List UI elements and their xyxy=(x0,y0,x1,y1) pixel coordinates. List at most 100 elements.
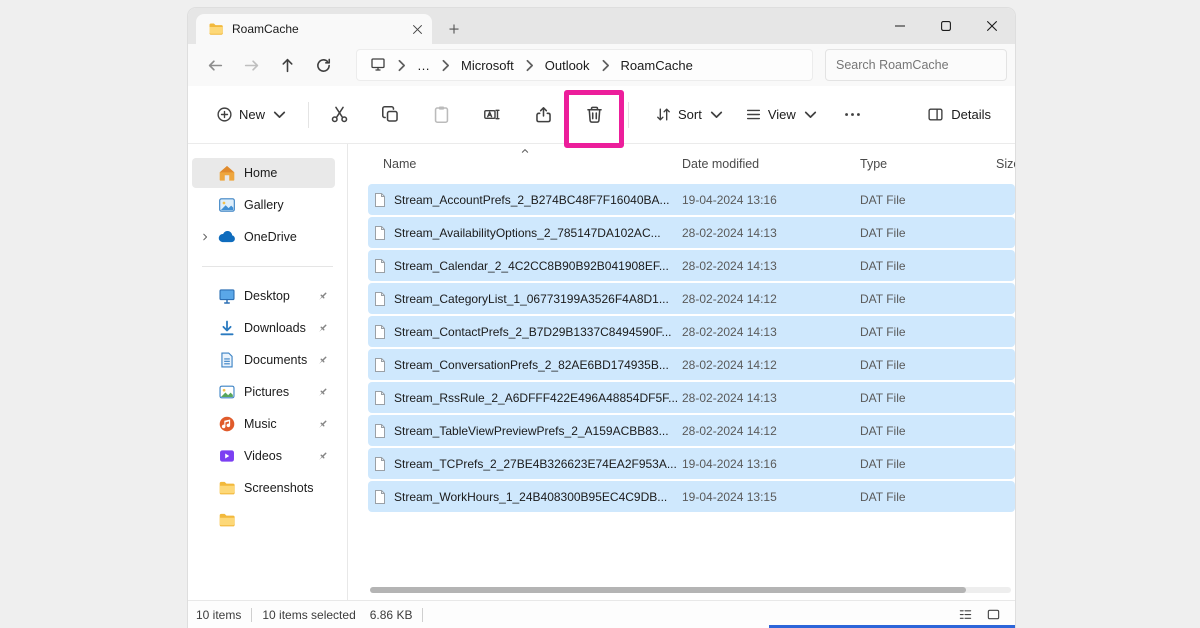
cut-button[interactable] xyxy=(319,95,359,135)
sidebar-item-label: Desktop xyxy=(244,289,290,303)
sidebar-item-documents[interactable]: Documents xyxy=(192,345,335,375)
file-name: Stream_AccountPrefs_2_B274BC48F7F16040BA… xyxy=(394,193,670,207)
sort-button[interactable]: Sort xyxy=(645,95,735,135)
file-row[interactable]: Stream_TCPrefs_2_27BE4B326623E74EA2F953A… xyxy=(368,448,1015,479)
new-tab-button[interactable] xyxy=(448,23,460,35)
sidebar-item-videos[interactable]: Videos xyxy=(192,441,335,471)
column-header-label: Date modified xyxy=(682,157,759,171)
file-row[interactable]: Stream_AvailabilityOptions_2_785147DA102… xyxy=(368,217,1015,248)
sidebar-item-downloads[interactable]: Downloads xyxy=(192,313,335,343)
column-header-date-modified[interactable]: Date modified xyxy=(682,157,860,171)
up-button[interactable] xyxy=(270,48,304,82)
monitor-icon xyxy=(370,56,386,72)
close-button[interactable] xyxy=(969,8,1015,44)
file-icon xyxy=(372,390,388,406)
pin-icon xyxy=(316,450,329,463)
sidebar-item-music[interactable]: Music xyxy=(192,409,335,439)
breadcrumb-item-microsoft[interactable]: Microsoft xyxy=(454,54,521,77)
expand-chevron-icon[interactable] xyxy=(196,231,214,243)
breadcrumb-chevron-icon xyxy=(521,57,538,74)
file-row[interactable]: Stream_ContactPrefs_2_B7D29B1337C8494590… xyxy=(368,316,1015,347)
breadcrumb-chevron-icon xyxy=(393,57,410,74)
sidebar-item-folder[interactable] xyxy=(192,505,335,535)
back-button[interactable] xyxy=(198,48,232,82)
rename-button[interactable] xyxy=(472,95,512,135)
file-icon xyxy=(372,291,388,307)
file-row[interactable]: Stream_AccountPrefs_2_B274BC48F7F16040BA… xyxy=(368,184,1015,215)
address-bar[interactable]: … Microsoft Outlook RoamCache xyxy=(356,49,813,81)
main-area: HomeGalleryOneDrive Desktop DownloadsDocum… xyxy=(188,144,1015,600)
file-type-cell: DAT File xyxy=(860,391,996,405)
file-row[interactable]: Stream_TableViewPreviewPrefs_2_A159ACBB8… xyxy=(368,415,1015,446)
sidebar-item-home[interactable]: Home xyxy=(192,158,335,188)
file-type-cell: DAT File xyxy=(860,292,996,306)
refresh-button[interactable] xyxy=(306,48,340,82)
column-header-label: Type xyxy=(860,157,887,171)
expander-spacer xyxy=(196,354,214,366)
file-row[interactable]: Stream_ConversationPrefs_2_82AE6BD174935… xyxy=(368,349,1015,380)
sidebar-item-gallery[interactable]: Gallery xyxy=(192,190,335,220)
forward-button[interactable] xyxy=(234,48,268,82)
horizontal-scrollbar-thumb[interactable] xyxy=(370,587,966,593)
details-button[interactable]: Details xyxy=(923,95,995,135)
explorer-tab[interactable]: RoamCache xyxy=(196,14,432,44)
sidebar-item-pictures[interactable]: Pictures xyxy=(192,377,335,407)
sort-icon xyxy=(655,106,672,123)
new-button[interactable]: New xyxy=(208,95,296,135)
rename-icon xyxy=(483,105,502,124)
search-input[interactable] xyxy=(825,49,1007,81)
file-date-cell: 28-02-2024 14:13 xyxy=(682,226,860,240)
file-row[interactable]: Stream_CategoryList_1_06773199A3526F4A8D… xyxy=(368,283,1015,314)
file-date-cell: 19-04-2024 13:15 xyxy=(682,490,860,504)
view-button[interactable]: View xyxy=(735,95,829,135)
share-button[interactable] xyxy=(523,95,563,135)
tab-close-icon[interactable] xyxy=(413,25,422,34)
music-icon xyxy=(218,415,236,433)
navigation-bar: … Microsoft Outlook RoamCache xyxy=(188,44,1015,86)
paste-button[interactable] xyxy=(421,95,461,135)
file-icon xyxy=(372,258,388,274)
file-name: Stream_Calendar_2_4C2CC8B90B92B041908EF.… xyxy=(394,259,669,273)
expander-spacer xyxy=(196,290,214,302)
delete-button[interactable] xyxy=(574,95,614,135)
copy-button[interactable] xyxy=(370,95,410,135)
sort-ascending-caret-icon xyxy=(519,145,531,155)
list-view-icon xyxy=(958,607,973,622)
more-options-button[interactable] xyxy=(833,95,873,135)
list-header: NameDate modified Type Size xyxy=(368,144,1015,184)
minimize-button[interactable] xyxy=(877,8,923,44)
file-name: Stream_CategoryList_1_06773199A3526F4A8D… xyxy=(394,292,669,306)
column-header-size[interactable]: Size xyxy=(996,157,1015,171)
breadcrumb-item-roamcache[interactable]: RoamCache xyxy=(614,54,700,77)
toolbar: New Sort View Details xyxy=(188,86,1015,144)
maximize-button[interactable] xyxy=(923,8,969,44)
details-view-toggle[interactable] xyxy=(953,604,977,626)
file-row[interactable]: Stream_RssRule_2_A6DFFF422E496A48854DF5F… xyxy=(368,382,1015,413)
breadcrumb-overflow[interactable]: … xyxy=(410,54,437,77)
sidebar-item-onedrive[interactable]: OneDrive xyxy=(192,222,335,252)
sidebar-item-label: Screenshots xyxy=(244,481,313,495)
sidebar-item-screenshots[interactable]: Screenshots xyxy=(192,473,335,503)
file-name-cell: Stream_TCPrefs_2_27BE4B326623E74EA2F953A… xyxy=(368,456,682,472)
paste-icon xyxy=(432,105,451,124)
thumbnail-view-icon xyxy=(986,607,1001,622)
copy-icon xyxy=(381,105,400,124)
tab-title: RoamCache xyxy=(232,22,405,36)
file-icon xyxy=(372,456,388,472)
sidebar-item-desktop[interactable]: Desktop xyxy=(192,281,335,311)
file-row[interactable]: Stream_Calendar_2_4C2CC8B90B92B041908EF.… xyxy=(368,250,1015,281)
expander-spacer xyxy=(196,482,214,494)
horizontal-scrollbar[interactable] xyxy=(370,587,1011,593)
file-date-cell: 28-02-2024 14:13 xyxy=(682,391,860,405)
large-icons-view-toggle[interactable] xyxy=(981,604,1005,626)
breadcrumb-item-outlook[interactable]: Outlook xyxy=(538,54,597,77)
column-header-type[interactable]: Type xyxy=(860,157,996,171)
column-header-name[interactable]: Name xyxy=(368,157,682,171)
file-row[interactable]: Stream_WorkHours_1_24B408300B95EC4C9DB..… xyxy=(368,481,1015,512)
file-name-cell: Stream_RssRule_2_A6DFFF422E496A48854DF5F… xyxy=(368,390,682,406)
file-explorer-window: RoamCache … Microsoft Outlook RoamCache New xyxy=(188,8,1015,628)
back-icon xyxy=(207,57,224,74)
items-count: 10 items xyxy=(196,608,241,622)
breadcrumb-root-this-pc[interactable] xyxy=(363,52,393,79)
pin-icon xyxy=(316,322,329,335)
